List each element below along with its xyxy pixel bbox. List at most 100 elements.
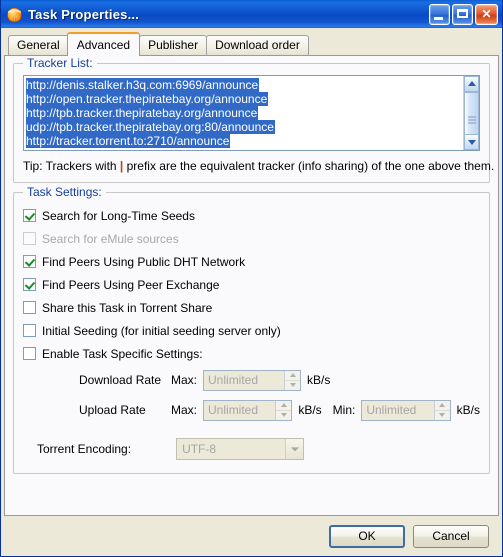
caption-button-group: ✕ — [429, 3, 500, 25]
checkbox-long-time-seeds[interactable] — [23, 209, 36, 222]
scroll-down-button[interactable] — [464, 134, 479, 150]
upload-rate-min-unit: kB/s — [456, 403, 480, 417]
upload-rate-min-stepper: Unlimited — [361, 399, 451, 421]
dialog-button-bar: OK Cancel — [4, 516, 499, 556]
upload-rate-label: Upload Rate — [79, 403, 146, 417]
checkbox-row-torrent-share[interactable]: Share this Task in Torrent Share — [23, 296, 480, 319]
spinner-down-icon — [276, 409, 292, 420]
torrent-encoding-value: UTF-8 — [182, 442, 217, 456]
upload-rate-min-label: Min: — [332, 403, 356, 417]
checkbox-row-public-dht[interactable]: Find Peers Using Public DHT Network — [23, 250, 480, 273]
chevron-down-icon — [467, 140, 476, 145]
task-settings-group: Task Settings: Search for Long-Time Seed… — [13, 185, 490, 474]
tip-prefix: Tip: Trackers with — [23, 159, 120, 173]
chevron-up-icon — [467, 81, 476, 86]
checkbox-row-initial-seeding[interactable]: Initial Seeding (for initial seeding ser… — [23, 319, 480, 342]
ok-button-label: OK — [358, 528, 376, 543]
checkbox-initial-seeding-label: Initial Seeding (for initial seeding ser… — [42, 323, 281, 338]
spinner-up-icon — [285, 371, 300, 380]
maximize-icon — [457, 8, 468, 18]
download-rate-label: Download Rate — [79, 373, 162, 387]
checkbox-emule-sources — [23, 232, 36, 245]
tracker-line: http://tpb.tracker.thepiratebay.org/anno… — [26, 106, 463, 120]
ok-button[interactable]: OK — [329, 524, 405, 548]
upload-rate-max-spin-buttons — [275, 400, 292, 420]
tip-suffix: prefix are the equivalent tracker (info … — [123, 159, 495, 173]
tracker-line: http://tracker.torrent.to:2710/announce — [26, 134, 463, 148]
tracker-url: http://tpb.tracker.thepiratebay.org/anno… — [26, 106, 259, 120]
spinner-down-icon — [285, 379, 301, 390]
checkbox-row-long-time-seeds[interactable]: Search for Long-Time Seeds — [23, 204, 480, 227]
close-icon: ✕ — [481, 7, 492, 21]
download-rate-max-label: Max: — [171, 373, 198, 387]
task-settings-group-title: Task Settings: — [23, 185, 106, 199]
tab-publisher-label: Publisher — [148, 38, 199, 52]
tracker-tip-text: Tip: Trackers with | prefix are the equi… — [23, 159, 494, 173]
checkbox-public-dht[interactable] — [23, 255, 36, 268]
scrollbar-track[interactable] — [464, 92, 479, 148]
maximize-button[interactable] — [452, 3, 473, 25]
tab-general[interactable]: General — [8, 35, 69, 55]
close-button[interactable]: ✕ — [475, 3, 498, 25]
upload-rate-row: Upload Rate Max: Unlimited kB/s Min: Unl… — [23, 395, 480, 425]
tracker-url: http://tracker.torrent.to:2710/announce — [26, 134, 231, 148]
tab-advanced-label: Advanced — [76, 38, 131, 52]
checkbox-initial-seeding[interactable] — [23, 324, 36, 337]
tracker-list-scrollbar[interactable] — [463, 76, 479, 150]
upload-rate-max-stepper: Unlimited — [203, 399, 293, 421]
checkbox-torrent-share-label: Share this Task in Torrent Share — [42, 300, 213, 315]
checkbox-row-task-specific-settings[interactable]: Enable Task Specific Settings: — [23, 342, 480, 365]
minimize-icon — [434, 16, 443, 20]
download-rate-max-input: Unlimited — [208, 372, 259, 387]
download-rate-max-spin-buttons — [284, 370, 301, 390]
tab-download-order[interactable]: Download order — [206, 35, 309, 55]
upload-rate-max-label: Max: — [171, 403, 198, 417]
tab-advanced[interactable]: Advanced — [66, 32, 141, 56]
download-rate-max-unit: kB/s — [307, 373, 331, 387]
spinner-up-icon — [435, 401, 450, 410]
cancel-button-label: Cancel — [432, 528, 470, 543]
tab-strip: General Advanced Publisher Download orde… — [4, 31, 499, 56]
checkbox-row-emule-sources: Search for eMule sources — [23, 227, 480, 250]
checkbox-peer-exchange-label: Find Peers Using Peer Exchange — [42, 277, 220, 292]
checkbox-task-specific-settings[interactable] — [23, 347, 36, 360]
upload-rate-min-spin-buttons — [433, 400, 450, 420]
torrent-encoding-select: UTF-8 — [176, 438, 305, 460]
tab-general-label: General — [17, 38, 60, 52]
tracker-list-group-title: Tracker List: — [23, 56, 97, 70]
dialog-client-area: General Advanced Publisher Download orde… — [1, 28, 502, 556]
upload-rate-max-input: Unlimited — [208, 402, 259, 417]
window-title: Task Properties... — [28, 6, 140, 22]
checkbox-emule-sources-label: Search for eMule sources — [42, 231, 179, 246]
tracker-line: http://open.tracker.thepiratebay.org/ann… — [26, 92, 463, 106]
chevron-down-icon — [285, 439, 304, 459]
download-rate-row: Download Rate Max: Unlimited kB/s — [23, 365, 480, 395]
checkbox-task-specific-settings-label: Enable Task Specific Settings: — [42, 346, 203, 361]
torrent-encoding-row: Torrent Encoding: UTF-8 — [23, 434, 480, 464]
tracker-line: udp://tpb.tracker.thepiratebay.org:80/an… — [26, 120, 463, 134]
download-rate-max-stepper: Unlimited — [203, 369, 302, 391]
checkbox-public-dht-label: Find Peers Using Public DHT Network — [42, 254, 246, 269]
tracker-url: http://denis.stalker.h3q.com:6969/announ… — [26, 78, 260, 92]
minimize-button[interactable] — [429, 3, 450, 25]
spinner-up-icon — [276, 401, 291, 410]
checkbox-row-peer-exchange[interactable]: Find Peers Using Peer Exchange — [23, 273, 480, 296]
checkbox-long-time-seeds-label: Search for Long-Time Seeds — [42, 208, 195, 223]
tracker-line: http://denis.stalker.h3q.com:6969/announ… — [26, 78, 463, 92]
upload-rate-max-unit: kB/s — [298, 403, 322, 417]
tracker-list-content[interactable]: http://denis.stalker.h3q.com:6969/announ… — [24, 76, 463, 150]
checkbox-peer-exchange[interactable] — [23, 278, 36, 291]
window-titlebar[interactable]: Task Properties... ✕ — [1, 0, 502, 28]
tab-download-order-label: Download order — [215, 38, 300, 52]
upload-rate-min-input: Unlimited — [366, 402, 417, 417]
tab-publisher[interactable]: Publisher — [139, 35, 208, 55]
checkbox-torrent-share[interactable] — [23, 301, 36, 314]
task-properties-window: Task Properties... ✕ General Advanced Pu… — [0, 0, 503, 557]
bitcomet-globe-icon — [6, 6, 23, 23]
spinner-down-icon — [434, 409, 450, 420]
tracker-list-textarea[interactable]: http://denis.stalker.h3q.com:6969/announ… — [23, 75, 480, 151]
cancel-button[interactable]: Cancel — [413, 524, 489, 548]
grip-icon — [467, 116, 476, 124]
tracker-url: udp://tpb.tracker.thepiratebay.org:80/an… — [26, 120, 275, 134]
scroll-up-button[interactable] — [464, 76, 479, 92]
